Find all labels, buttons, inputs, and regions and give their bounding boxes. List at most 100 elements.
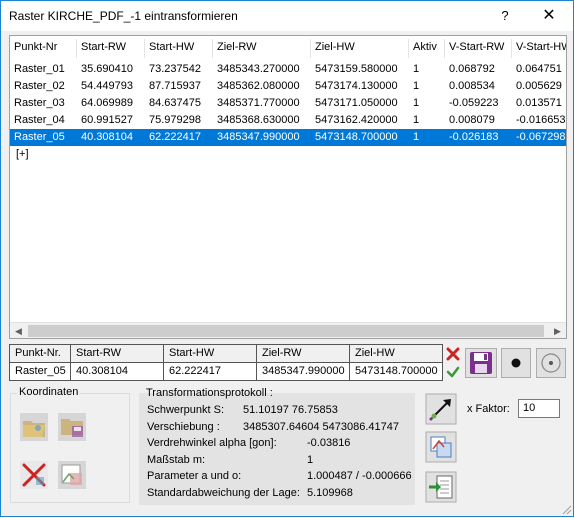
- cell-aktiv: 1: [413, 80, 420, 92]
- coordinates-raster-button[interactable]: [56, 459, 88, 491]
- point-target-button[interactable]: [536, 348, 566, 378]
- vector-arrow-button[interactable]: [425, 393, 457, 425]
- table-row[interactable]: Raster_02 54.449793 87.715937 3485362.08…: [10, 78, 566, 95]
- cell-v-start-hw: 0.013571: [516, 97, 562, 109]
- protokoll-value-parameter: 1.000487 / -0.000666: [307, 470, 412, 482]
- floppy-disk-icon: [470, 352, 492, 374]
- protokoll-value-massstab: 1: [307, 454, 314, 466]
- protokoll-key-schwerpunkt: Schwerpunkt S:: [147, 404, 225, 416]
- horizontal-scrollbar[interactable]: ◀ ▶: [10, 322, 566, 338]
- edit-header-punkt-nr: Punkt-Nr.: [9, 344, 71, 363]
- edit-header-ziel-hw: Ziel-HW: [349, 344, 443, 363]
- protokoll-key-massstab: Maßstab m:: [147, 454, 206, 466]
- cell-v-start-rw: 0.068792: [449, 63, 495, 75]
- cell-aktiv: 1: [413, 97, 420, 109]
- koordinaten-label: Koordinaten: [17, 386, 81, 398]
- arrow-pen-icon: [425, 393, 457, 425]
- cell-v-start-rw: -0.059223: [449, 97, 499, 109]
- cell-ziel-hw: 5473171.050000: [315, 97, 398, 109]
- folder-save-icon: [58, 413, 86, 441]
- cell-aktiv: 1: [413, 131, 420, 143]
- delete-coordinates-button[interactable]: [18, 459, 50, 491]
- cell-punkt-nr: Raster_01: [14, 63, 65, 75]
- protokoll-label: Transformationsprotokoll :: [146, 387, 273, 399]
- cell-v-start-hw: 0.005629: [516, 80, 562, 92]
- add-row-button[interactable]: [+]: [16, 148, 29, 160]
- edit-field-start-hw[interactable]: 62.222417: [163, 362, 257, 381]
- cell-start-hw: 62.222417: [149, 131, 201, 143]
- transform-raster-button[interactable]: [425, 431, 457, 463]
- cell-punkt-nr: Raster_04: [14, 114, 65, 126]
- cell-start-hw: 84.637475: [149, 97, 201, 109]
- cell-ziel-rw: 3485347.990000: [217, 131, 300, 143]
- folder-open-icon: [20, 413, 48, 441]
- close-button[interactable]: ✕: [527, 3, 571, 29]
- protokoll-value-verdrehwinkel: -0.03816: [307, 437, 351, 449]
- edit-field-punkt-nr[interactable]: Raster_05: [9, 362, 71, 381]
- confirm-entry-icon[interactable]: [446, 365, 460, 379]
- cell-ziel-hw: 5473174.130000: [315, 80, 398, 92]
- scroll-left-arrow-icon[interactable]: ◀: [10, 323, 27, 338]
- edit-field-start-rw[interactable]: 40.308104: [70, 362, 164, 381]
- column-header-punkt-nr[interactable]: Punkt-Nr: [10, 39, 77, 58]
- column-header-v-start-rw[interactable]: V-Start-RW: [445, 39, 512, 58]
- point-filled-button[interactable]: [501, 348, 531, 378]
- protokoll-key-standardabweichung: Standardabweichung der Lage:: [147, 487, 300, 499]
- cell-v-start-rw: 0.008534: [449, 80, 495, 92]
- cell-v-start-hw: 0.064751: [516, 63, 562, 75]
- help-button[interactable]: ?: [485, 3, 525, 29]
- cell-punkt-nr: Raster_03: [14, 97, 65, 109]
- x-factor-input[interactable]: 10: [518, 399, 560, 418]
- dialog-window: Raster KIRCHE_PDF_-1 eintransformieren ?…: [0, 0, 574, 517]
- cell-ziel-rw: 3485343.270000: [217, 63, 300, 75]
- save-button[interactable]: [465, 348, 497, 378]
- column-header-start-hw[interactable]: Start-HW: [145, 39, 213, 58]
- table-row[interactable]: Raster_03 64.069989 84.637475 3485371.77…: [10, 95, 566, 112]
- cell-start-hw: 73.237542: [149, 63, 201, 75]
- scrollbar-thumb[interactable]: [28, 325, 544, 337]
- protokoll-key-verdrehwinkel: Verdrehwinkel alpha [gon]:: [147, 437, 277, 449]
- points-grid[interactable]: Punkt-Nr Start-RW Start-HW Ziel-RW Ziel-…: [9, 35, 567, 339]
- edit-field-ziel-rw[interactable]: 3485347.990000: [256, 362, 350, 381]
- window-title: Raster KIRCHE_PDF_-1 eintransformieren: [9, 9, 238, 23]
- column-header-ziel-rw[interactable]: Ziel-RW: [213, 39, 311, 58]
- cell-start-rw: 60.991527: [81, 114, 133, 126]
- edit-field-ziel-hw[interactable]: 5473148.700000: [349, 362, 443, 381]
- cell-v-start-rw: 0.008079: [449, 114, 495, 126]
- cell-start-rw: 35.690410: [81, 63, 133, 75]
- load-coordinates-button[interactable]: [18, 411, 50, 443]
- cell-punkt-nr: Raster_02: [14, 80, 65, 92]
- table-row[interactable]: Raster_01 35.690410 73.237542 3485343.27…: [10, 61, 566, 78]
- edit-header-ziel-rw: Ziel-RW: [256, 344, 350, 363]
- protokoll-key-verschiebung: Verschiebung :: [147, 421, 220, 433]
- scroll-right-arrow-icon[interactable]: ▶: [549, 323, 566, 338]
- cell-v-start-hw: -0.067298: [516, 131, 566, 143]
- cell-ziel-hw: 5473148.700000: [315, 131, 398, 143]
- protokoll-value-standardabweichung: 5.109968: [307, 487, 353, 499]
- x-factor-label: x Faktor:: [467, 403, 510, 415]
- cell-start-rw: 54.449793: [81, 80, 133, 92]
- column-header-start-rw[interactable]: Start-RW: [77, 39, 145, 58]
- filled-dot-icon: [511, 358, 521, 368]
- column-header-aktiv[interactable]: Aktiv: [409, 39, 445, 58]
- protokoll-value-verschiebung: 3485307.64604 5473086.41747: [243, 421, 399, 433]
- target-circle-icon: [541, 353, 561, 373]
- cell-aktiv: 1: [413, 114, 420, 126]
- cell-ziel-hw: 5473162.420000: [315, 114, 398, 126]
- protokoll-key-parameter: Parameter a und o:: [147, 470, 242, 482]
- column-header-v-start-hw[interactable]: V-Start-HW: [512, 39, 566, 58]
- apply-transform-button[interactable]: [425, 471, 457, 503]
- table-row[interactable]: Raster_04 60.991527 75.979298 3485368.63…: [10, 112, 566, 129]
- cell-aktiv: 1: [413, 63, 420, 75]
- delete-entry-icon[interactable]: [446, 347, 460, 361]
- red-cross-icon: [20, 461, 48, 489]
- column-header-ziel-hw[interactable]: Ziel-HW: [311, 39, 409, 58]
- cell-start-rw: 64.069989: [81, 97, 133, 109]
- cell-ziel-rw: 3485371.770000: [217, 97, 300, 109]
- protokoll-value-schwerpunkt: 51.10197 76.75853: [243, 404, 338, 416]
- table-row-selected[interactable]: Raster_05 40.308104 62.222417 3485347.99…: [10, 129, 566, 146]
- cell-ziel-rw: 3485362.080000: [217, 80, 300, 92]
- cell-ziel-rw: 3485368.630000: [217, 114, 300, 126]
- resize-grip-icon[interactable]: [562, 505, 572, 515]
- save-coordinates-button[interactable]: [56, 411, 88, 443]
